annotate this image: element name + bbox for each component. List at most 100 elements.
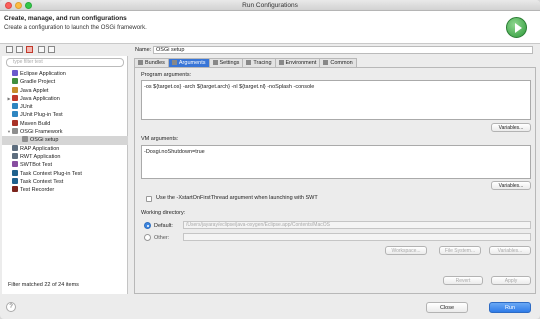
launch-type-icon bbox=[12, 177, 18, 184]
tab-common[interactable]: Common bbox=[319, 58, 357, 67]
apply-button[interactable]: Apply bbox=[491, 276, 531, 285]
title-bar: Run Configurations bbox=[0, 0, 540, 11]
duplicate-config-icon[interactable] bbox=[16, 46, 23, 53]
sidebar-item-label: Java Application bbox=[20, 95, 60, 102]
vm-args-textarea[interactable]: -Dosgi.noShutdown=true bbox=[141, 145, 531, 179]
sidebar-item-label: Gradle Project bbox=[20, 79, 56, 86]
sidebar-item-label: Task Context Test bbox=[20, 178, 64, 185]
default-label: Default: bbox=[154, 223, 173, 229]
launch-type-icon bbox=[12, 70, 18, 76]
sidebar-item[interactable]: Maven Build bbox=[2, 119, 128, 128]
xstart-label: Use the -XstartOnFirstThread argument wh… bbox=[156, 195, 318, 201]
header-subtitle: Create a configuration to launch the OSG… bbox=[4, 25, 147, 31]
run-configurations-window: Run Configurations Create, manage, and r… bbox=[0, 0, 540, 319]
arguments-panel: Program arguments: -os ${target.os} -arc… bbox=[134, 67, 536, 294]
tab-icon bbox=[278, 60, 284, 65]
delete-config-icon[interactable] bbox=[26, 46, 33, 53]
sidebar-item-label: Eclipse Application bbox=[20, 71, 66, 77]
other-radio[interactable] bbox=[144, 234, 151, 241]
sidebar-item-label: Maven Build bbox=[20, 120, 51, 127]
help-button[interactable]: ? bbox=[6, 302, 16, 312]
config-tabs: Bundles Arguments Settings Tracing Environme… bbox=[134, 58, 357, 67]
filter-input[interactable]: type filter text bbox=[6, 58, 124, 67]
sidebar-item-label: Task Context Plug-in Test bbox=[20, 170, 82, 177]
sidebar-item-label: SWTBot Test bbox=[20, 162, 52, 169]
sidebar-item[interactable]: SWTBot Test bbox=[2, 161, 128, 169]
sidebar-item[interactable]: ▼ OSGi Framework bbox=[2, 128, 128, 136]
header-title: Create, manage, and run configurations bbox=[4, 15, 127, 22]
vm-variables-button[interactable]: Variables... bbox=[491, 181, 531, 190]
launch-type-icon bbox=[12, 119, 18, 126]
tab-icon bbox=[212, 60, 218, 65]
tab-label: Arguments bbox=[178, 60, 206, 66]
sidebar-item[interactable]: Test Recorder bbox=[2, 186, 128, 194]
workspace-button[interactable]: Workspace... bbox=[385, 246, 427, 255]
file-system-button[interactable]: File System... bbox=[439, 246, 481, 255]
launch-type-icon bbox=[12, 78, 18, 85]
tab-bundles[interactable]: Bundles bbox=[134, 58, 169, 67]
tab-icon bbox=[171, 60, 177, 65]
filter-status: Filter matched 22 of 24 items bbox=[8, 282, 79, 288]
minimize-window-button[interactable] bbox=[15, 2, 22, 9]
other-label: Other: bbox=[154, 235, 170, 241]
sidebar-item[interactable]: RWT Application bbox=[2, 152, 128, 161]
sidebar-item[interactable]: Gradle Project bbox=[2, 78, 128, 86]
sidebar-item[interactable]: RAP Application bbox=[2, 144, 128, 153]
program-args-label: Program arguments: bbox=[141, 72, 192, 78]
sidebar-item-label: RWT Application bbox=[20, 153, 61, 160]
tab-icon bbox=[138, 60, 143, 65]
collapse-all-icon[interactable] bbox=[38, 46, 45, 53]
launch-type-icon bbox=[12, 144, 18, 151]
close-button[interactable]: Close bbox=[426, 302, 468, 313]
other-dir-field[interactable] bbox=[183, 233, 531, 241]
dialog-header: Create, manage, and run configurations C… bbox=[0, 11, 540, 44]
xstart-checkbox[interactable] bbox=[146, 196, 152, 202]
tab-label: Settings bbox=[219, 60, 240, 66]
sidebar-item-label: JUnit Plug-in Test bbox=[20, 112, 63, 119]
sidebar-item[interactable]: Task Context Plug-in Test bbox=[2, 169, 128, 178]
launch-type-icon bbox=[22, 136, 28, 143]
tab-label: Tracing bbox=[253, 60, 272, 66]
sidebar-item-label: OSGi setup bbox=[30, 137, 59, 144]
program-variables-button[interactable]: Variables... bbox=[491, 123, 531, 132]
sidebar-item-label: Test Recorder bbox=[20, 187, 55, 194]
sidebar-item-label: JUnit bbox=[20, 104, 33, 111]
sidebar-item[interactable]: JUnit Plug-in Test bbox=[2, 111, 128, 119]
launch-type-icon bbox=[12, 111, 18, 118]
close-window-button[interactable] bbox=[5, 2, 12, 9]
new-config-icon[interactable] bbox=[6, 46, 13, 53]
tab-icon bbox=[323, 60, 329, 65]
tab-environment[interactable]: Environment bbox=[274, 58, 321, 67]
program-args-textarea[interactable]: -os ${target.os} -arch ${target.arch} -n… bbox=[141, 80, 531, 120]
sidebar-item[interactable]: Eclipse Application bbox=[2, 70, 128, 78]
revert-button[interactable]: Revert bbox=[443, 276, 483, 285]
launch-type-icon bbox=[12, 186, 18, 193]
launch-type-icon bbox=[12, 161, 18, 168]
sidebar-item[interactable]: OSGi setup bbox=[2, 136, 128, 145]
launch-type-icon bbox=[12, 94, 18, 101]
launch-type-icon bbox=[12, 152, 18, 159]
launch-type-icon bbox=[12, 103, 18, 110]
name-field[interactable]: OSGi setup bbox=[153, 46, 533, 54]
config-list-pane: type filter text Eclipse Application Grad… bbox=[2, 44, 128, 294]
working-dir-label: Working directory: bbox=[141, 210, 186, 216]
run-button[interactable]: Run bbox=[489, 302, 531, 313]
sidebar-item[interactable]: ▶ Java Application bbox=[2, 94, 128, 103]
sidebar-item-label: RAP Application bbox=[20, 145, 60, 152]
zoom-window-button[interactable] bbox=[25, 2, 32, 9]
sidebar-item-label: OSGi Framework bbox=[20, 129, 63, 136]
config-editor: Name: OSGi setup Bundles Arguments Setting… bbox=[131, 44, 538, 294]
filter-icon[interactable] bbox=[48, 46, 55, 53]
dir-variables-button[interactable]: Variables... bbox=[489, 246, 531, 255]
sidebar-item[interactable]: JUnit bbox=[2, 103, 128, 111]
sidebar-item-label: Java Applet bbox=[20, 87, 49, 94]
sidebar-item[interactable]: Task Context Test bbox=[2, 177, 128, 186]
default-radio[interactable] bbox=[144, 222, 151, 229]
tab-arguments[interactable]: Arguments bbox=[167, 58, 210, 67]
vm-args-label: VM arguments: bbox=[141, 136, 179, 142]
tab-tracing[interactable]: Tracing bbox=[242, 58, 276, 67]
default-dir-field: /Users/jayaray/eclipse/java-oxygen/Eclip… bbox=[183, 221, 531, 229]
tab-settings[interactable]: Settings bbox=[208, 58, 244, 67]
sidebar-item[interactable]: Java Applet bbox=[2, 86, 128, 95]
config-tree: Eclipse Application Gradle Project Java Ap… bbox=[2, 70, 128, 194]
